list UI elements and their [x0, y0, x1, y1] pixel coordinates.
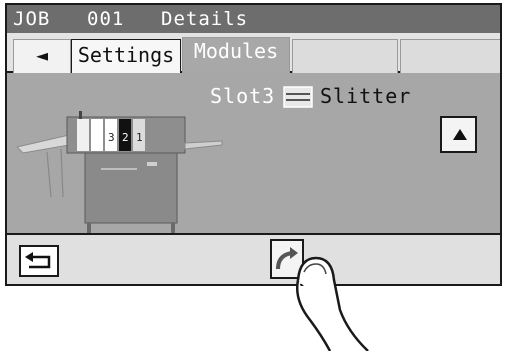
touch-screen: JOB 001 Details ◄ Settings Modules Slot3… [5, 3, 502, 286]
tab-row: ◄ Settings Modules [7, 33, 500, 75]
return-button[interactable] [19, 245, 59, 277]
slitter-icon [283, 86, 313, 108]
machine-slot-2: 2 [122, 131, 129, 144]
pointing-finger-illustration [296, 256, 369, 351]
tab-empty-2[interactable] [400, 39, 500, 73]
machine-illustration: 3 2 1 [17, 111, 223, 239]
up-button[interactable] [440, 116, 477, 153]
modules-panel: Slot3 Slitter 3 2 1 [7, 73, 500, 239]
page-title: Details [161, 8, 249, 30]
machine-slot-3: 3 [108, 131, 115, 144]
footer-bar [7, 233, 500, 284]
title-bar: JOB 001 Details [7, 5, 500, 33]
job-label: JOB [13, 8, 51, 30]
return-arrow-icon [25, 252, 51, 269]
module-name: Slitter [320, 84, 412, 108]
tab-back-button[interactable]: ◄ [13, 39, 71, 73]
job-number: 001 [87, 8, 125, 30]
up-arrow-icon [453, 129, 467, 140]
tab-empty-1[interactable] [292, 39, 398, 73]
tab-modules[interactable]: Modules [182, 37, 290, 75]
back-arrow-icon: ◄ [35, 43, 49, 67]
machine-slot-1: 1 [136, 131, 143, 144]
tab-settings[interactable]: Settings [71, 39, 181, 73]
